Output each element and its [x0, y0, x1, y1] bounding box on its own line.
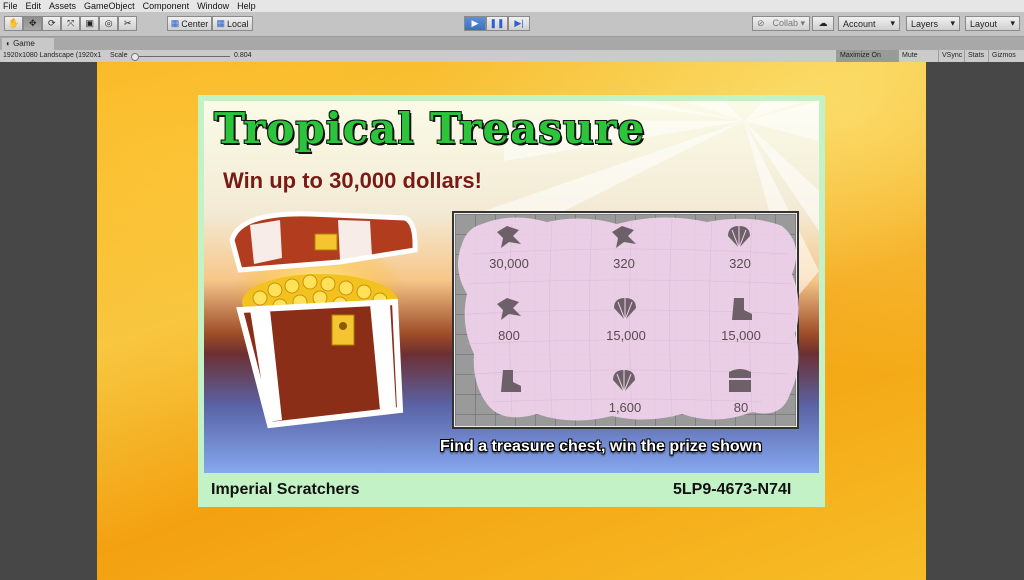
layers-dropdown[interactable]: Layers ▾: [906, 16, 960, 31]
layout-label: Layout: [970, 18, 998, 29]
vsync-button[interactable]: VSync: [938, 50, 964, 62]
cell-prize: 30,000: [489, 256, 529, 271]
play-controls: ▶ ❚❚ ▶|: [464, 16, 530, 31]
menu-component[interactable]: Component: [140, 0, 195, 12]
rect-tool-button[interactable]: ▣: [80, 16, 100, 31]
play-button[interactable]: ▶: [464, 16, 486, 31]
center-icon: ▦: [170, 18, 180, 28]
play-icon: ▶: [471, 18, 479, 28]
shell-icon: [728, 226, 750, 249]
scale-tool-button[interactable]: ⤧: [61, 16, 81, 31]
ticket-subtitle: Win up to 30,000 dollars!: [223, 168, 482, 193]
scale-label: Scale: [110, 52, 128, 59]
pivot-local-button[interactable]: ▦ Local: [212, 16, 253, 31]
pause-icon: ❚❚: [489, 18, 505, 28]
rotate-icon: ⟳: [47, 18, 56, 28]
rotate-tool-button[interactable]: ⟳: [42, 16, 62, 31]
cell-prize: 1,600: [608, 400, 642, 415]
move-icon: ✥: [28, 18, 37, 28]
cell-prize: 800: [498, 328, 520, 343]
transform-icon: ◎: [104, 18, 113, 28]
menu-assets[interactable]: Assets: [46, 0, 81, 12]
cloud-group: ☁: [812, 16, 834, 31]
account-group: Account ▾: [838, 16, 900, 31]
account-label: Account: [843, 18, 876, 29]
ticket-serial: 5LP9-4673-N74I: [673, 481, 792, 498]
layers-group: Layers ▾: [906, 16, 960, 31]
game-tab-label: Game: [13, 39, 35, 48]
cell-prize: 80: [733, 400, 749, 415]
move-tool-button[interactable]: ✥: [23, 16, 43, 31]
boot-icon: [501, 370, 521, 392]
scale-slider[interactable]: [134, 56, 230, 57]
ticket-instructions: Find a treasure chest, win the prize sho…: [440, 438, 762, 455]
menu-bar: File Edit Assets GameObject Component Wi…: [0, 0, 1024, 12]
menu-gameobject[interactable]: GameObject: [81, 0, 140, 12]
transform-tool-button[interactable]: ◎: [99, 16, 119, 31]
menu-help[interactable]: Help: [234, 0, 261, 12]
step-button[interactable]: ▶|: [508, 16, 530, 31]
chevron-down-icon: ▾: [1010, 18, 1015, 28]
local-icon: ▦: [216, 18, 225, 28]
center-label: Center: [181, 18, 209, 29]
chevron-down-icon: ▾: [950, 18, 955, 28]
custom-tool-button[interactable]: ✂: [118, 16, 138, 31]
scale-slider-handle[interactable]: [131, 53, 139, 61]
shell-icon: [613, 370, 635, 393]
treasure-chest-illustration: [229, 211, 418, 429]
account-dropdown[interactable]: Account ▾: [838, 16, 900, 31]
boot-icon: [732, 298, 752, 320]
collab-button[interactable]: ⊘ Collab ▾: [752, 16, 810, 31]
pause-button[interactable]: ❚❚: [486, 16, 508, 31]
layers-label: Layers: [911, 18, 939, 29]
local-label: Local: [227, 18, 249, 29]
cell-prize: 320: [613, 256, 635, 271]
pivot-toggles: ▦ Center ▦ Local: [167, 16, 253, 31]
step-icon: ▶|: [514, 18, 524, 28]
game-tab-strip: ◐ Game: [0, 37, 1024, 50]
tools-icon: ✂: [123, 18, 132, 28]
menu-edit[interactable]: Edit: [23, 0, 47, 12]
fish-icon: [497, 226, 521, 248]
cell-prize: 15,000: [721, 328, 761, 343]
chevron-down-icon: ▾: [890, 18, 895, 28]
chest-icon: [729, 369, 751, 392]
resolution-dropdown[interactable]: 1920x1080 Landscape (1920x1: [3, 50, 101, 62]
toolbar: ✋ ✥ ⟳ ⤧ ▣ ◎ ✂ ▦ Center ▦ Local ▶ ❚❚ ▶| ⊘…: [0, 12, 1024, 37]
rect-icon: ▣: [85, 18, 94, 28]
cloud-button[interactable]: ☁: [812, 16, 834, 31]
shell-icon: [614, 298, 636, 321]
maximize-on-play-button[interactable]: Maximize On Play: [836, 50, 898, 71]
mute-audio-button[interactable]: Mute Audio: [898, 50, 938, 71]
ticket-brand: Imperial Scratchers: [211, 481, 360, 498]
ticket-title: Tropical Treasure: [214, 104, 646, 153]
hand-icon: ✋: [8, 18, 20, 28]
layout-dropdown[interactable]: Layout ▾: [965, 16, 1020, 31]
game-tab-icon: ◐: [6, 39, 14, 48]
fish-icon: [612, 226, 636, 248]
cell-prize: 320: [729, 256, 751, 271]
collab-icon: ⊘: [757, 18, 765, 28]
menu-file[interactable]: File: [0, 0, 23, 12]
stats-button[interactable]: Stats: [964, 50, 988, 62]
collab-label: Collab ▾: [772, 18, 805, 28]
scale-value: 0.804: [234, 52, 252, 59]
gizmos-dropdown[interactable]: Gizmos: [988, 50, 1024, 62]
hand-tool-button[interactable]: ✋: [4, 16, 24, 31]
tab-game[interactable]: ◐ Game: [2, 38, 54, 50]
collab-group: ⊘ Collab ▾: [752, 16, 810, 31]
pivot-center-button[interactable]: ▦ Center: [167, 16, 212, 31]
scale-icon: ⤧: [67, 18, 75, 28]
menu-window[interactable]: Window: [194, 0, 234, 12]
transform-tools: ✋ ✥ ⟳ ⤧ ▣ ◎ ✂: [4, 16, 138, 31]
layout-group: Layout ▾: [965, 16, 1020, 31]
cell-prize: 15,000: [606, 328, 646, 343]
fish-icon: [497, 298, 521, 320]
cloud-icon: ☁: [818, 18, 828, 28]
game-view-bar: 1920x1080 Landscape (1920x1 Scale 0.804 …: [0, 50, 1024, 71]
